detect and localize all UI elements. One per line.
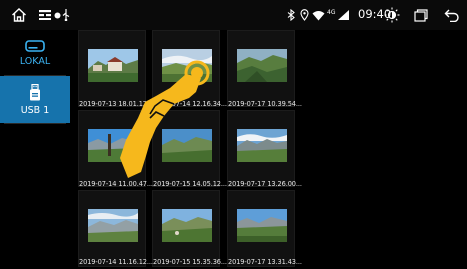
- usb-drive-icon: [30, 83, 40, 100]
- photo-thumbnail: [237, 209, 287, 242]
- photo-caption: 2019-07-14 11.00.47...: [79, 180, 153, 188]
- photo-caption: 2019-07-14 12.16.34...: [153, 100, 227, 108]
- sidebar-item-usb-1[interactable]: USB 1: [0, 76, 70, 123]
- photo-caption: 2019-07-17 13.31.43...: [228, 258, 302, 266]
- sidebar-item-label: USB 1: [20, 104, 50, 116]
- hard-drive-icon: [25, 40, 45, 52]
- back-icon[interactable]: [441, 0, 461, 30]
- photo-thumbnail: [88, 129, 138, 162]
- photo-tile[interactable]: [227, 190, 295, 267]
- photo-thumbnail: [88, 209, 138, 242]
- photo-caption: 2019-07-17 13.26.00...: [228, 180, 302, 188]
- photo-tile[interactable]: [78, 190, 146, 267]
- photo-thumbnail: [162, 209, 212, 242]
- recent-apps-icon[interactable]: [412, 0, 430, 30]
- photo-caption: 2019-07-13 18.01.12...: [79, 100, 153, 108]
- photo-tile[interactable]: [152, 110, 220, 187]
- photo-thumbnail: [237, 129, 287, 162]
- photo-thumbnail: [162, 129, 212, 162]
- usb-icon: [61, 0, 71, 30]
- photo-caption: 2019-07-15 15.35.36...: [153, 258, 227, 266]
- apps-icon: [38, 0, 52, 30]
- photo-caption: 2019-07-15 14.05.12...: [153, 180, 227, 188]
- photo-caption: 2019-07-17 10.39.54...: [228, 100, 302, 108]
- photo-tile[interactable]: [78, 110, 146, 187]
- photo-tile[interactable]: [78, 30, 146, 107]
- wifi-icon: [311, 0, 325, 30]
- location-icon: [299, 0, 309, 30]
- signal-icon: [337, 0, 349, 30]
- brightness-icon[interactable]: [383, 0, 401, 30]
- photo-tile[interactable]: [152, 30, 220, 107]
- photo-thumbnail: [88, 49, 138, 82]
- photo-caption: 2019-07-14 11.16.12...: [79, 258, 153, 266]
- photo-tile[interactable]: [227, 30, 295, 107]
- source-sidebar: LOKAL USB 1: [0, 30, 70, 269]
- bluetooth-icon: [286, 0, 296, 30]
- sidebar-item-label: LOKAL: [19, 56, 51, 67]
- status-bar: 4G 09:40: [0, 0, 467, 30]
- sidebar-divider: [4, 123, 66, 124]
- photo-tile[interactable]: [227, 110, 295, 187]
- home-icon[interactable]: [8, 0, 30, 30]
- photo-tile[interactable]: [152, 190, 220, 267]
- photo-thumbnail: [162, 49, 212, 82]
- sidebar-item-lokal[interactable]: LOKAL: [0, 30, 70, 77]
- photo-thumbnail: [237, 49, 287, 82]
